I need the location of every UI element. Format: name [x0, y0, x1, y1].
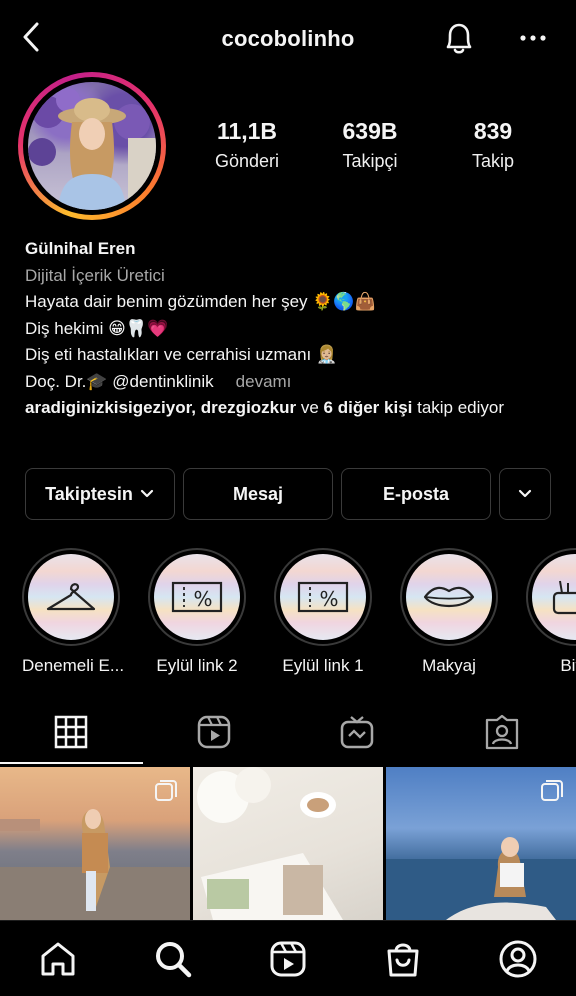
more-dots-icon[interactable] — [518, 26, 548, 50]
followed-by-others: 6 diğer kişi — [323, 398, 413, 417]
bio-mention-line[interactable]: Doç. Dr.🎓 @dentinklinik — [25, 372, 214, 391]
highlight-label: Bite — [560, 656, 576, 675]
suggested-accounts-button[interactable] — [499, 468, 551, 520]
highlight-label: Eylül link 2 — [156, 656, 238, 675]
reels-icon[interactable] — [196, 714, 232, 750]
reels-icon[interactable] — [268, 939, 308, 979]
avatar-story-ring[interactable] — [18, 72, 166, 220]
followed-by-joiner: ve — [296, 398, 324, 417]
avatar — [28, 82, 156, 210]
profile-bio: Gülnihal Eren Dijital İçerik Üretici Hay… — [25, 236, 555, 422]
highlight-label: Makyaj — [422, 656, 476, 675]
followers-count-value: 639B — [342, 118, 398, 144]
coupon-icon: % — [171, 581, 223, 613]
followers-count[interactable]: 639B Takipçi — [310, 118, 430, 172]
following-button-label: Takiptesin — [45, 483, 133, 504]
posts-count-value: 11,1B — [216, 118, 278, 144]
igtv-icon[interactable] — [339, 714, 375, 750]
search-icon[interactable] — [153, 939, 193, 979]
hanger-icon — [46, 583, 96, 611]
active-tab-indicator — [0, 762, 143, 764]
highlight-label: Denemeli E... — [22, 656, 125, 675]
profile-icon[interactable] — [498, 939, 538, 979]
bottom-navigation — [0, 920, 576, 996]
lips-icon — [423, 586, 475, 608]
post-grid — [0, 767, 576, 920]
coupon-icon: % — [297, 581, 349, 613]
followed-by-text[interactable]: aradiginizkisigeziyor, drezgiozkur ve 6 … — [25, 395, 555, 422]
highlight-label: Eylül link 1 — [282, 656, 364, 675]
grid-icon[interactable] — [53, 714, 89, 750]
bio-line: Diş eti hastalıkları ve cerrahisi uzmanı… — [25, 345, 338, 364]
highlight-item[interactable]: Denemeli E... — [22, 548, 125, 676]
multiple-photos-icon — [541, 780, 563, 801]
followed-by-suffix: takip ediyor — [412, 398, 505, 417]
chevron-down-icon — [140, 489, 153, 498]
profile-category: Dijital İçerik Üretici — [25, 265, 165, 285]
multiple-photos-icon — [155, 780, 177, 801]
home-icon[interactable] — [38, 939, 78, 979]
profile-username: cocobolinho — [221, 26, 355, 51]
highlight-item[interactable]: Makyaj — [400, 548, 498, 676]
followed-by-accounts: aradiginizkisigeziyor, drezgiozkur — [25, 398, 297, 417]
post-thumbnail[interactable] — [0, 767, 190, 920]
svg-text:%: % — [319, 587, 338, 611]
highlight-item[interactable]: Bite — [526, 548, 576, 676]
followers-count-label: Takipçi — [342, 151, 398, 171]
post-thumbnail[interactable] — [193, 767, 383, 920]
posts-count[interactable]: 11,1B Gönderi — [187, 118, 307, 172]
shop-icon[interactable] — [383, 939, 423, 979]
profile-tabs — [0, 700, 576, 766]
message-button[interactable]: Mesaj — [183, 468, 333, 520]
following-button[interactable]: Takiptesin — [25, 468, 175, 520]
svg-text:%: % — [193, 587, 212, 611]
bio-line: Hayata dair benim gözümden her şey 🌻🌎👜 — [25, 292, 376, 311]
bio-more-link[interactable]: devamı — [236, 372, 292, 391]
email-button[interactable]: E-posta — [341, 468, 491, 520]
bell-icon[interactable] — [440, 18, 478, 58]
bio-line: Diş hekimi 😁🦷💗 — [25, 318, 169, 338]
highlight-item[interactable]: % Eylül link 1 — [274, 548, 372, 676]
bio-line: Doç. Dr.🎓 @dentinklinik devamı — [25, 369, 555, 396]
posts-count-label: Gönderi — [214, 151, 280, 171]
top-bar: cocobolinho — [0, 0, 576, 78]
display-name: Gülnihal Eren — [25, 239, 136, 258]
following-count-value: 839 — [473, 118, 513, 144]
tagged-icon[interactable] — [484, 714, 520, 750]
post-thumbnail[interactable] — [386, 767, 576, 920]
chevron-down-icon — [518, 489, 532, 498]
makeup-bag-icon — [552, 580, 576, 615]
highlight-item[interactable]: % Eylül link 2 — [148, 548, 246, 676]
following-count-label: Takip — [471, 151, 515, 171]
following-count[interactable]: 839 Takip — [433, 118, 553, 172]
